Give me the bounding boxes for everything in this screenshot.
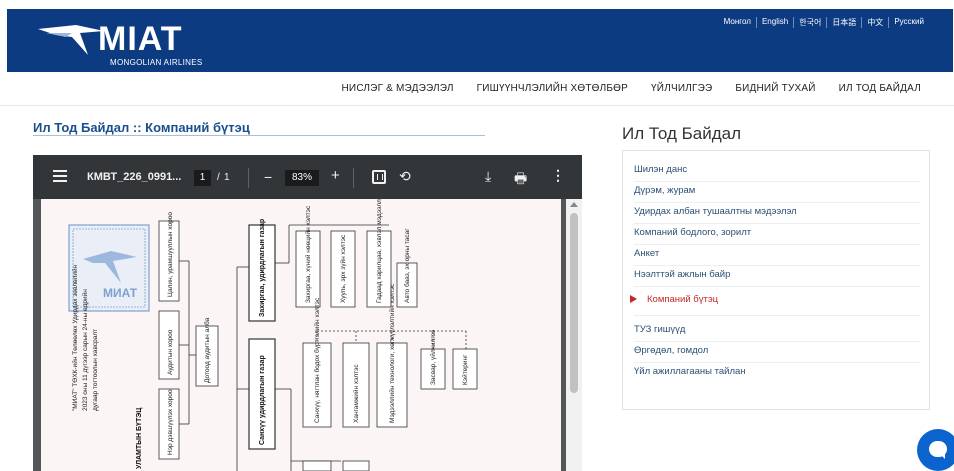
sidebar-item-management-info[interactable]: Удирдах албан тушаалтны мэдээлэл — [634, 206, 920, 217]
bird-logo-icon — [38, 25, 104, 55]
sidebar-item-policy[interactable]: Компаний бодлого, зорилт — [634, 227, 920, 238]
scrollbar-thumb[interactable] — [570, 213, 578, 393]
title-divider — [33, 135, 485, 136]
lang-ja[interactable]: 日本語 — [826, 17, 861, 28]
box-hr-division: Захиргаа, хүний нөөцийн хэлтэс — [304, 205, 312, 303]
box-supply: Хангамжийн хэлтэс — [352, 364, 360, 423]
pdf-scrollbar[interactable] — [566, 199, 582, 471]
lang-zh[interactable]: 中文 — [861, 17, 888, 28]
box-internal-audit: Дотоод аудитын алба — [203, 317, 211, 383]
lang-mn[interactable]: Монгол — [719, 17, 756, 28]
box-catering: Кэйтеринг — [461, 354, 469, 385]
nav-membership[interactable]: ГИШҮҮНЧЛЭЛИЙН ХӨТӨЛБӨР — [477, 83, 628, 94]
box-autobase: Авто бааз, эх орны тасаг — [403, 228, 411, 303]
language-switcher: Монгол English 한국어 日本語 中文 Русский — [719, 17, 929, 28]
page-separator: / — [217, 172, 220, 183]
sidebar-divider — [634, 341, 920, 342]
page: MIAT MONGOLIAN AIRLINES Монгол English 한… — [0, 0, 954, 471]
page-title: Ил Тод Байдал :: Компаний бүтэц — [33, 120, 250, 135]
approval-line-2: 2023 оны 11 дүгээр сарын 24-ны өдрийн — [81, 289, 89, 411]
sidebar-divider — [634, 202, 920, 203]
pdf-toolbar: КМВТ_226_0991... 1 / 1 − 83% + ⟲ ⤓ 🖶 ⋮ — [33, 155, 582, 199]
sidebar-divider — [634, 286, 920, 287]
lang-ru[interactable]: Русский — [888, 17, 929, 28]
nav-about[interactable]: БИДНИЙ ТУХАЙ — [735, 83, 815, 94]
sidebar-divider — [634, 223, 920, 224]
download-icon[interactable]: ⤓ — [485, 168, 491, 185]
scroll-up-arrow-icon[interactable] — [570, 202, 578, 207]
toolbar-divider — [353, 168, 354, 188]
approval-line-3: дугаар тогтоолын хавсралт — [92, 329, 99, 411]
fit-page-icon[interactable] — [372, 170, 386, 184]
zoom-in-icon[interactable]: + — [331, 167, 340, 184]
pdf-page: МИАТ "МИАТ" ТӨХК-ийн Төлөөлөх Удирдах зө… — [41, 199, 561, 471]
sidebar-item-label: Компаний бүтэц — [647, 294, 719, 305]
page-total: 1 — [224, 172, 230, 183]
sidebar-divider — [634, 265, 920, 266]
box-admin-department: Захиргаа, удирдлагын газар — [259, 219, 266, 317]
brand-tagline: MONGOLIAN AIRLINES — [110, 58, 203, 67]
sidebar-menu: Шилэн данс Дүрэм, журам Удирдах албан ту… — [622, 150, 930, 410]
box-finance-department: Санхүү удирдлагын газар — [259, 355, 266, 445]
brand-name: MIAT — [98, 20, 183, 58]
box-maintenance: Засвар, үйлчилгээ — [429, 329, 437, 385]
sidebar-divider — [634, 181, 920, 182]
site-header: MIAT MONGOLIAN AIRLINES Монгол English 한… — [7, 9, 953, 72]
box-salary-committee: Цалин, урамшууллын хороо — [167, 212, 174, 297]
box-audit-committee: Аудитын хороо — [167, 329, 174, 375]
sidebar-item-company-structure[interactable]: Компаний бүтэц — [630, 294, 920, 305]
print-icon[interactable]: 🖶 — [514, 168, 527, 192]
sidebar-item-open-jobs[interactable]: Нээлттэй ажлын байр — [634, 269, 920, 280]
sidebar-divider — [634, 315, 920, 316]
box-it-division: Мэдээллийн технологи, хөгжүүлэлтийн хэлт… — [388, 283, 396, 423]
toolbar-divider — [248, 168, 249, 188]
chat-button[interactable] — [917, 429, 954, 471]
box-accounting: Санхүү, нягтлан бодох бүртгэлийн хэлтэс — [313, 297, 321, 423]
stamp-image: МИАТ — [68, 224, 150, 312]
zoom-out-icon[interactable]: − — [264, 169, 272, 185]
nav-transparency[interactable]: ИЛ ТОД БАЙДАЛ — [839, 83, 921, 94]
sidebar-title: Ил Тод Байдал — [622, 124, 742, 143]
document-title: УЛАМТЫН БҮТЭЦ — [136, 407, 143, 469]
nav-flights[interactable]: НИСЛЭГ & МЭДЭЭЛЭЛ — [342, 83, 454, 94]
box-nomination-committee: Нэр дэвшүүлэх хороо — [167, 389, 174, 455]
lang-en[interactable]: English — [755, 17, 793, 28]
approval-line-1: "МИАТ" ТӨХК-ийн Төлөөлөх Удирдах зөвлөли… — [71, 264, 79, 411]
sidebar-item-application[interactable]: Анкет — [634, 248, 920, 259]
page-number-input[interactable]: 1 — [194, 170, 211, 186]
org-chart: МИАТ "МИАТ" ТӨХК-ийн Төлөөлөх Удирдах зө… — [68, 199, 478, 471]
main-nav: НИСЛЭГ & МЭДЭЭЛЭЛ ГИШҮҮНЧЛЭЛИЙН ХӨТӨЛБӨР… — [0, 72, 954, 106]
sidebar-item-complaints[interactable]: Өргөдөл, гомдол — [634, 345, 920, 356]
sidebar-divider — [634, 244, 920, 245]
miat-logo[interactable]: MIAT MONGOLIAN AIRLINES — [36, 15, 226, 71]
sidebar-item-board-members[interactable]: ТУЗ гишүүд — [634, 324, 920, 335]
sidebar-divider — [634, 362, 920, 363]
sidebar-item-annual-report[interactable]: Үйл ажиллагааны тайлан — [634, 366, 920, 377]
active-arrow-icon — [630, 295, 637, 303]
box-foreign-relations: Гадаад харилцаа, хэвлэл мэдээллийн хэлтэ… — [375, 199, 383, 303]
sidebar-item-glass-account[interactable]: Шилэн данс — [634, 164, 920, 175]
lang-ko[interactable]: 한국어 — [793, 17, 826, 28]
menu-icon[interactable] — [53, 170, 67, 182]
sidebar-item-rules[interactable]: Дүрэм, журам — [634, 185, 920, 196]
pdf-filename: КМВТ_226_0991... — [87, 171, 182, 183]
box-legal-division: Хууль, эрх зүйн хэлтэс — [339, 234, 347, 303]
rotate-icon[interactable]: ⟲ — [399, 168, 411, 185]
nav-services[interactable]: ҮЙЛЧИЛГЭЭ — [651, 83, 712, 94]
pdf-viewer: КМВТ_226_0991... 1 / 1 − 83% + ⟲ ⤓ 🖶 ⋮ М… — [33, 155, 582, 471]
stamp-text: МИАТ — [103, 286, 138, 300]
zoom-input[interactable]: 83% — [285, 170, 319, 186]
more-options-icon[interactable]: ⋮ — [551, 167, 565, 184]
